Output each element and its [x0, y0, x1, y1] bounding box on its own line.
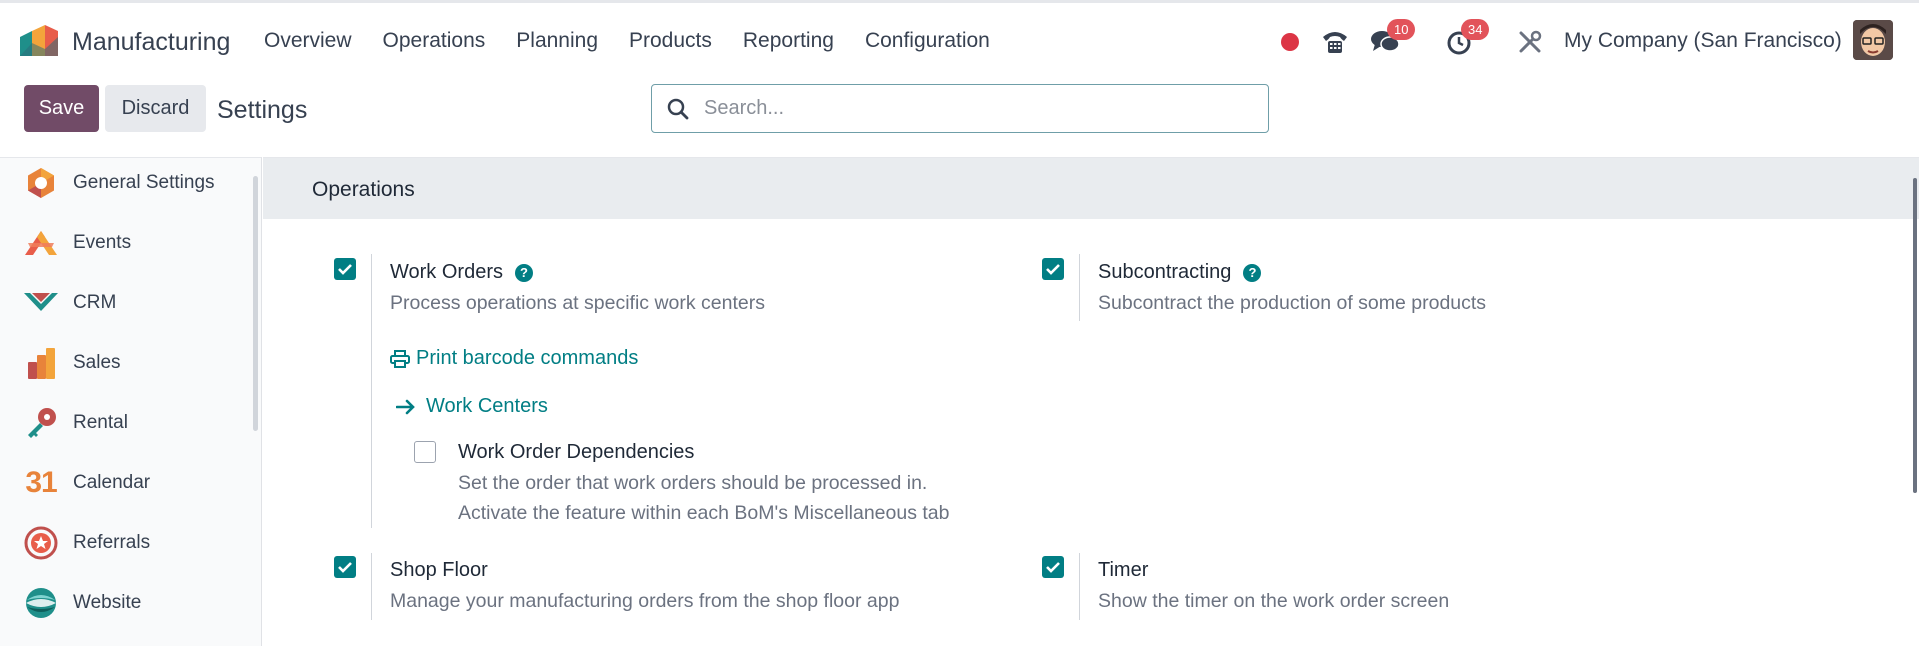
shop-floor-title: Shop Floor [390, 559, 488, 581]
sidebar-item-label: Rental [73, 412, 128, 433]
subcontracting-title: Subcontracting? [1098, 261, 1262, 284]
content-scrollbar[interactable] [1913, 178, 1917, 493]
shop-floor-desc: Manage your manufacturing orders from th… [390, 590, 900, 612]
website-icon [22, 584, 60, 622]
option-divider [371, 254, 372, 528]
activities-button[interactable]: 34 [1443, 19, 1490, 63]
referrals-icon [22, 524, 60, 562]
crm-icon [22, 284, 60, 322]
messages-badge: 10 [1387, 19, 1416, 40]
sidebar-item-label: CRM [73, 292, 117, 313]
activities-badge: 34 [1461, 19, 1490, 40]
sidebar-item-sales[interactable]: Sales [0, 333, 250, 393]
sidebar-item-crm[interactable]: CRM [0, 273, 250, 333]
work-order-dependencies-checkbox[interactable] [414, 441, 436, 463]
user-avatar-icon [1853, 20, 1893, 60]
sales-icon [22, 344, 60, 382]
events-icon [22, 224, 60, 262]
calendar-icon: 31 [22, 464, 60, 502]
sidebar-item-label: Website [73, 592, 142, 613]
sidebar-item-calendar[interactable]: 31 Calendar [0, 453, 250, 513]
rental-icon [22, 404, 60, 442]
help-icon[interactable]: ? [1243, 263, 1262, 282]
sidebar-item-label: General Settings [73, 172, 215, 193]
settings-sidebar: General Settings Events CRM Sales Rental… [0, 157, 262, 646]
checkmark-icon [1046, 264, 1060, 275]
sidebar-item-label: Events [73, 232, 132, 253]
printer-icon [390, 349, 410, 368]
debug-tools-button[interactable] [1515, 21, 1545, 63]
subcontracting-label: Subcontracting [1098, 261, 1232, 283]
work-centers-link[interactable]: Work Centers [396, 395, 548, 418]
sidebar-item-label: Sales [73, 352, 121, 373]
work-orders-label: Work Orders [390, 261, 503, 283]
sidebar-item-general-settings[interactable]: General Settings [0, 153, 250, 213]
subcontracting-checkbox[interactable] [1042, 258, 1064, 280]
top-navbar: Manufacturing Overview Operations Planni… [0, 0, 1919, 79]
work-centers-label: Work Centers [426, 395, 548, 417]
timer-title: Timer [1098, 559, 1149, 581]
sidebar-item-referrals[interactable]: Referrals [0, 513, 250, 573]
messages-button[interactable]: 10 [1369, 19, 1416, 63]
sidebar-scrollbar[interactable] [253, 176, 258, 431]
tools-icon [1519, 30, 1542, 53]
print-barcode-label: Print barcode commands [416, 347, 639, 369]
print-barcode-link[interactable]: Print barcode commands [390, 347, 638, 370]
work-order-dependencies-desc-1: Set the order that work orders should be… [458, 472, 928, 494]
general-settings-icon [22, 164, 60, 202]
sidebar-item-events[interactable]: Events [0, 213, 250, 273]
search-input[interactable] [704, 97, 1244, 120]
timer-desc: Show the timer on the work order screen [1098, 590, 1450, 612]
work-order-dependencies-title: Work Order Dependencies [458, 441, 695, 463]
subcontracting-desc: Subcontract the production of some produ… [1098, 292, 1487, 314]
sidebar-item-rental[interactable]: Rental [0, 393, 250, 453]
timer-checkbox[interactable] [1042, 556, 1064, 578]
option-divider [371, 553, 372, 620]
phone-button[interactable] [1319, 21, 1351, 63]
work-orders-checkbox[interactable] [334, 258, 356, 280]
shop-floor-checkbox[interactable] [334, 556, 356, 578]
discard-button[interactable]: Discard [105, 85, 206, 132]
recording-indicator[interactable] [1276, 21, 1304, 63]
sidebar-item-label: Calendar [73, 472, 151, 493]
save-button[interactable]: Save [24, 85, 99, 132]
search-icon [667, 98, 689, 119]
checkmark-icon [338, 562, 352, 573]
page-title: Settings [217, 96, 308, 124]
option-divider [1079, 553, 1080, 620]
sidebar-item-label: Referrals [73, 532, 151, 553]
option-divider [1079, 254, 1080, 321]
recording-dot-icon [1281, 33, 1299, 51]
section-title: Operations [312, 178, 415, 201]
settings-content: Operations Work Orders? Process operatio… [263, 157, 1919, 646]
checkmark-icon [338, 264, 352, 275]
work-orders-title: Work Orders? [390, 261, 533, 284]
phone-icon [1323, 32, 1347, 53]
arrow-right-icon [396, 399, 415, 414]
help-icon[interactable]: ? [514, 263, 533, 282]
section-header: Operations [263, 158, 1919, 219]
sidebar-item-website[interactable]: Website [0, 573, 250, 633]
work-order-dependencies-desc-2: Activate the feature within each BoM's M… [458, 502, 950, 524]
work-orders-desc: Process operations at specific work cent… [390, 292, 765, 314]
checkmark-icon [1046, 562, 1060, 573]
company-switcher[interactable]: My Company (San Francisco) [1564, 29, 1842, 53]
search-box[interactable] [651, 84, 1269, 133]
calendar-glyph: 31 [25, 466, 57, 499]
user-avatar[interactable] [1853, 20, 1893, 60]
